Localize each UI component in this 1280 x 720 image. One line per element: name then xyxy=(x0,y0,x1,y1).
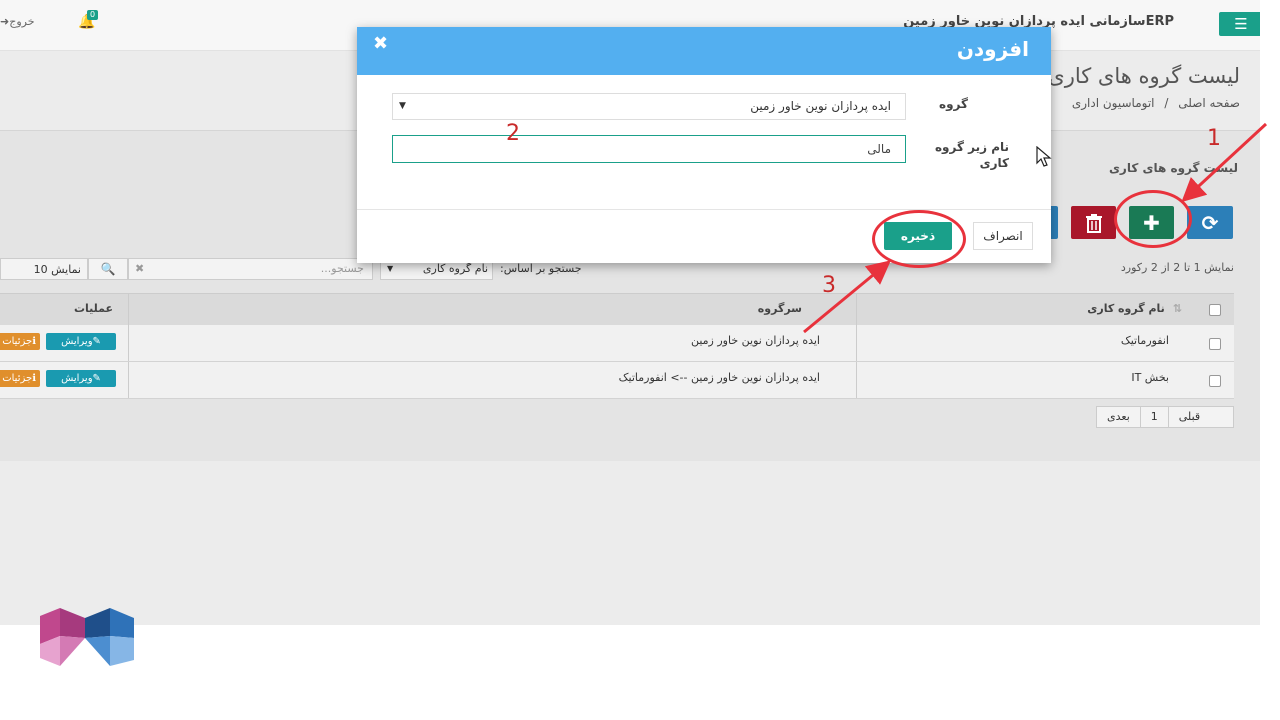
sign-out-icon: ➜ xyxy=(0,15,10,28)
column-divider xyxy=(856,362,857,398)
group-select[interactable]: ایده پردازان نوین خاور زمین ▼ xyxy=(392,93,906,120)
column-actions-header: عملیات xyxy=(74,302,114,315)
row-name: بخش IT xyxy=(1131,371,1169,384)
hamburger-icon[interactable]: ☰ xyxy=(1219,12,1260,36)
sort-icon: ⇅ xyxy=(1172,302,1182,315)
annotation-ring-save xyxy=(872,210,966,268)
detail-button[interactable]: ℹجزئیات xyxy=(0,333,40,350)
edit-button[interactable]: ✎ویرایش xyxy=(46,370,116,387)
show-label: نمایش xyxy=(51,263,81,276)
annotation-step-3: 3 xyxy=(822,273,836,298)
detail-label: جزئیات xyxy=(2,336,33,347)
column-name-header[interactable]: ⇅ نام گروه کاری xyxy=(1087,302,1182,315)
annotation-ring-add xyxy=(1114,190,1192,248)
subgroup-label-line1: نام زیر گروه xyxy=(934,140,1009,154)
search-button[interactable]: 🔍 xyxy=(88,258,128,280)
mouse-cursor-icon xyxy=(1036,146,1052,167)
close-icon[interactable]: ✖ xyxy=(373,33,388,54)
search-icon: 🔍 xyxy=(100,262,116,276)
show-value: 10 xyxy=(33,263,48,276)
pencil-icon: ✎ xyxy=(92,336,101,347)
logout-label: خروج xyxy=(9,15,35,28)
subgroup-label: نام زیر گروه کاری xyxy=(935,139,1009,171)
column-divider xyxy=(128,325,129,361)
delete-button[interactable] xyxy=(1071,206,1116,239)
edit-label: ویرایش xyxy=(61,336,93,347)
column-parent-header: سرگروه xyxy=(757,302,802,315)
cancel-button[interactable]: انصراف xyxy=(973,222,1033,250)
logout-link[interactable]: ➜خروج xyxy=(0,15,35,28)
row-checkbox[interactable] xyxy=(1209,375,1221,387)
pagination-prev[interactable]: قبلی xyxy=(1167,407,1210,427)
annotation-step-1: 1 xyxy=(1207,126,1221,151)
table-header: ⇅ نام گروه کاری سرگروه عملیات xyxy=(0,293,1234,326)
group-select-value: ایده پردازان نوین خاور زمین xyxy=(750,99,891,113)
page-title: لیست گروه های کاری xyxy=(1048,64,1240,88)
row-name: انفورماتیک xyxy=(1120,334,1169,347)
breadcrumb-automation[interactable]: اتوماسیون اداری xyxy=(1072,96,1155,110)
refresh-icon: ⟳ xyxy=(1201,210,1219,235)
group-label: گروه xyxy=(939,97,968,111)
edit-button[interactable]: ✎ویرایش xyxy=(46,333,116,350)
info-icon: ℹ xyxy=(32,336,36,347)
column-divider xyxy=(856,325,857,361)
select-all-checkbox[interactable] xyxy=(1209,304,1221,316)
brand-logo xyxy=(40,608,134,666)
search-input[interactable]: جستجو... ✖ xyxy=(128,258,373,280)
subgroup-label-line2: کاری xyxy=(979,156,1009,170)
modal-header: افزودن ✖ xyxy=(357,27,1051,75)
column-divider xyxy=(856,294,857,325)
table-row: انفورماتیک ایده پردازان نوین خاور زمین ✎… xyxy=(0,325,1234,362)
column-divider xyxy=(128,294,129,325)
breadcrumb-home[interactable]: صفحه اصلی xyxy=(1178,96,1240,110)
page-size-select[interactable]: نمایش 10 xyxy=(0,258,88,280)
table-row: بخش IT ایده پردازان نوین خاور زمین --> ا… xyxy=(0,362,1234,399)
modal-title: افزودن xyxy=(956,37,1029,61)
pagination: بعدی 1 قبلی xyxy=(1096,406,1234,428)
row-parent: ایده پردازان نوین خاور زمین --> انفورمات… xyxy=(618,371,820,384)
info-icon: ℹ xyxy=(32,373,36,384)
breadcrumb: صفحه اصلی / اتوماسیون اداری xyxy=(1072,96,1240,110)
detail-button[interactable]: ℹجزئیات xyxy=(0,370,40,387)
subgroup-name-input[interactable] xyxy=(392,135,906,163)
trash-icon xyxy=(1085,213,1102,233)
refresh-button[interactable]: ⟳ xyxy=(1187,206,1233,239)
pagination-next[interactable]: بعدی xyxy=(1097,407,1140,427)
detail-label: جزئیات xyxy=(2,373,33,384)
row-checkbox[interactable] xyxy=(1209,338,1221,350)
caret-down-icon: ▼ xyxy=(399,101,406,111)
edit-label: ویرایش xyxy=(61,373,93,384)
clear-icon[interactable]: ✖ xyxy=(135,259,144,279)
pencil-icon: ✎ xyxy=(92,373,101,384)
annotation-step-2: 2 xyxy=(506,121,520,146)
record-count: نمایش 1 تا 2 از 2 رکورد xyxy=(1120,261,1234,274)
pagination-page-1[interactable]: 1 xyxy=(1139,407,1168,427)
column-divider xyxy=(128,362,129,398)
breadcrumb-separator: / xyxy=(1164,96,1169,110)
box-title: لیست گروه های کاری xyxy=(1108,161,1238,175)
notification-badge: 0 xyxy=(87,10,99,20)
row-parent: ایده پردازان نوین خاور زمین xyxy=(690,334,820,347)
column-name-label: نام گروه کاری xyxy=(1087,302,1165,315)
